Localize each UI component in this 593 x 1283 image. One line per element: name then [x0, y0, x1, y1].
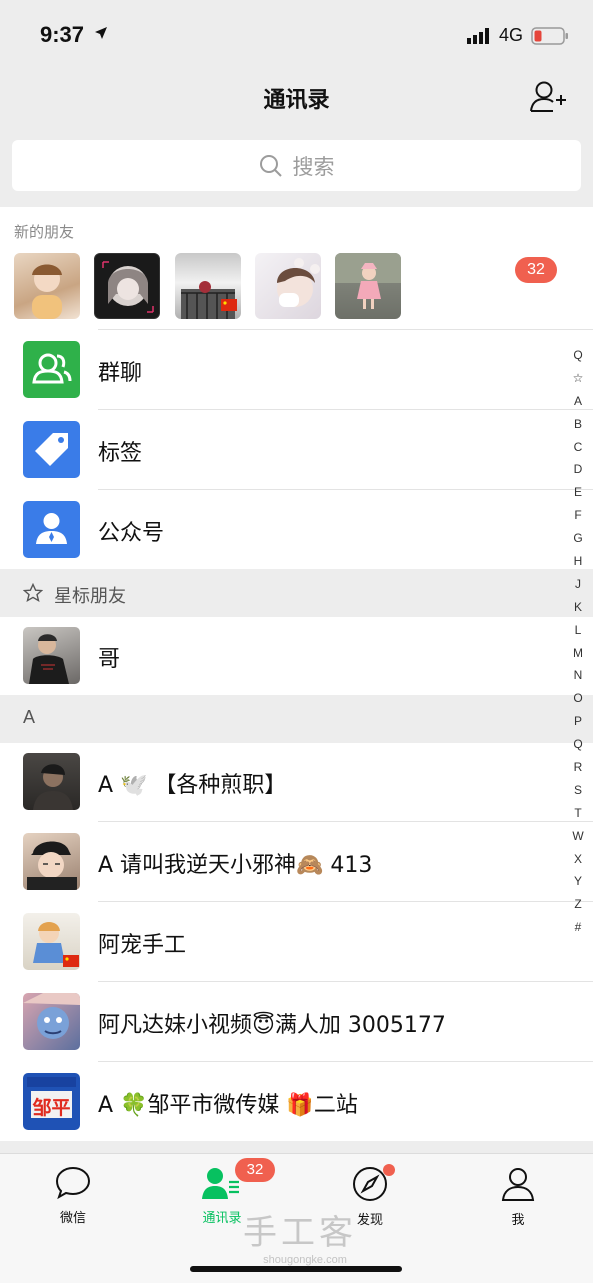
- new-friend-avatar[interactable]: [255, 253, 321, 319]
- alphabet-index[interactable]: Q ☆ A B C D E F G H J K L M N O P Q R S T W X Y Z #: [568, 344, 588, 939]
- index-letter[interactable]: M: [568, 642, 588, 665]
- index-letter[interactable]: W: [568, 825, 588, 848]
- index-letter[interactable]: ☆: [568, 367, 588, 390]
- search-input[interactable]: 搜索: [12, 140, 581, 191]
- index-letter[interactable]: N: [568, 664, 588, 687]
- index-letter[interactable]: #: [568, 916, 588, 939]
- contact-avatar: [23, 753, 80, 810]
- contact-row[interactable]: 邹平 A 🍀邹平市微传媒 🎁二站: [0, 1061, 593, 1141]
- new-friend-avatar[interactable]: [175, 253, 241, 319]
- index-letter[interactable]: T: [568, 802, 588, 825]
- index-letter[interactable]: Y: [568, 870, 588, 893]
- index-letter[interactable]: A: [568, 390, 588, 413]
- contact-avatar: [23, 833, 80, 890]
- watermark: 手工客: [243, 1213, 357, 1253]
- nav-bar: 通讯录: [0, 66, 593, 130]
- index-letter[interactable]: J: [568, 573, 588, 596]
- contact-row[interactable]: 阿宠手工: [0, 901, 593, 981]
- contact-avatar: [23, 913, 80, 970]
- contact-name: 阿宠手工: [98, 933, 187, 958]
- index-letter[interactable]: O: [568, 687, 588, 710]
- index-letter[interactable]: S: [568, 779, 588, 802]
- menu-label-group: 群聊: [98, 361, 143, 386]
- divider: [98, 901, 593, 902]
- index-letter[interactable]: X: [568, 848, 588, 871]
- status-time: 9:37: [40, 22, 85, 47]
- add-friend-icon[interactable]: [528, 80, 568, 114]
- new-friends-badge: 32: [515, 257, 557, 283]
- contact-name: 阿凡达妹小视频😇满人加 3005177: [98, 1013, 446, 1038]
- index-letter[interactable]: Z: [568, 893, 588, 916]
- tags-item[interactable]: 标签: [0, 409, 593, 489]
- contact-avatar: [23, 627, 80, 684]
- contact-name: A 🕊️ 【各种煎职】: [98, 773, 287, 798]
- signal-icon: [467, 28, 489, 44]
- new-friends-section[interactable]: 新的朋友 32: [0, 207, 593, 329]
- index-letter[interactable]: Q: [568, 344, 588, 367]
- index-letter[interactable]: L: [568, 619, 588, 642]
- divider: [98, 489, 593, 490]
- status-bar: 9:37 4G: [0, 0, 593, 66]
- index-letter[interactable]: Q: [568, 733, 588, 756]
- menu-label-official: 公众号: [98, 521, 165, 546]
- new-friends-label: 新的朋友: [14, 223, 75, 241]
- index-letter[interactable]: H: [568, 550, 588, 573]
- section-letter: A: [23, 707, 36, 727]
- contact-row[interactable]: A 请叫我逆天小邪神🙈 413: [0, 821, 593, 901]
- group-icon: [23, 341, 80, 398]
- contact-row[interactable]: 哥: [0, 617, 593, 695]
- index-letter[interactable]: E: [568, 481, 588, 504]
- divider: [98, 329, 593, 330]
- index-letter[interactable]: F: [568, 504, 588, 527]
- index-letter[interactable]: P: [568, 710, 588, 733]
- discover-red-dot: [383, 1164, 395, 1176]
- contact-avatar: 邹平: [23, 1073, 80, 1130]
- star-icon: [23, 583, 43, 603]
- official-accounts-item[interactable]: 公众号: [0, 489, 593, 569]
- tab-chats[interactable]: 微信: [28, 1166, 118, 1226]
- index-letter[interactable]: D: [568, 458, 588, 481]
- menu-label-tags: 标签: [98, 441, 143, 466]
- contact-row[interactable]: A 🕊️ 【各种煎职】: [0, 743, 593, 823]
- contact-name: A 请叫我逆天小邪神🙈 413: [98, 853, 373, 878]
- index-letter[interactable]: G: [568, 527, 588, 550]
- network-type: 4G: [499, 25, 524, 45]
- index-letter[interactable]: R: [568, 756, 588, 779]
- new-friend-avatar[interactable]: [94, 253, 160, 319]
- contact-name: A 🍀邹平市微传媒 🎁二站: [98, 1093, 358, 1118]
- new-friend-avatar[interactable]: [14, 253, 80, 319]
- tab-label: 我: [511, 1213, 525, 1228]
- contact-avatar: [23, 993, 80, 1050]
- avatar-text: 邹平: [32, 1097, 71, 1119]
- official-account-icon: [23, 501, 80, 558]
- chat-icon: [55, 1166, 91, 1200]
- contact-row[interactable]: 阿凡达妹小视频😇满人加 3005177: [0, 981, 593, 1061]
- tag-icon: [23, 421, 80, 478]
- tab-me[interactable]: 我: [473, 1166, 563, 1228]
- profile-icon: [501, 1168, 535, 1201]
- search-placeholder: 搜索: [292, 154, 335, 179]
- starred-header-label: 星标朋友: [54, 586, 126, 607]
- contact-name: 哥: [98, 647, 121, 672]
- search-icon: [259, 154, 282, 177]
- index-letter[interactable]: K: [568, 596, 588, 619]
- group-chat-item[interactable]: 群聊: [0, 329, 593, 409]
- divider: [98, 821, 593, 822]
- tab-label: 微信: [59, 1211, 86, 1226]
- index-letter[interactable]: B: [568, 413, 588, 436]
- page-title: 通讯录: [263, 88, 330, 113]
- divider: [98, 981, 593, 982]
- index-letter[interactable]: C: [568, 436, 588, 459]
- new-friend-avatar[interactable]: [335, 253, 401, 319]
- contacts-tab-badge: 32: [235, 1158, 275, 1182]
- watermark-sub: shougongke.com: [263, 1254, 347, 1266]
- starred-section-header: 星标朋友: [0, 569, 593, 617]
- divider: [98, 1061, 593, 1062]
- location-arrow-icon: [95, 27, 107, 39]
- home-indicator: [190, 1266, 402, 1272]
- battery-icon: [531, 27, 568, 45]
- divider: [98, 409, 593, 410]
- section-header-a: A: [0, 695, 593, 743]
